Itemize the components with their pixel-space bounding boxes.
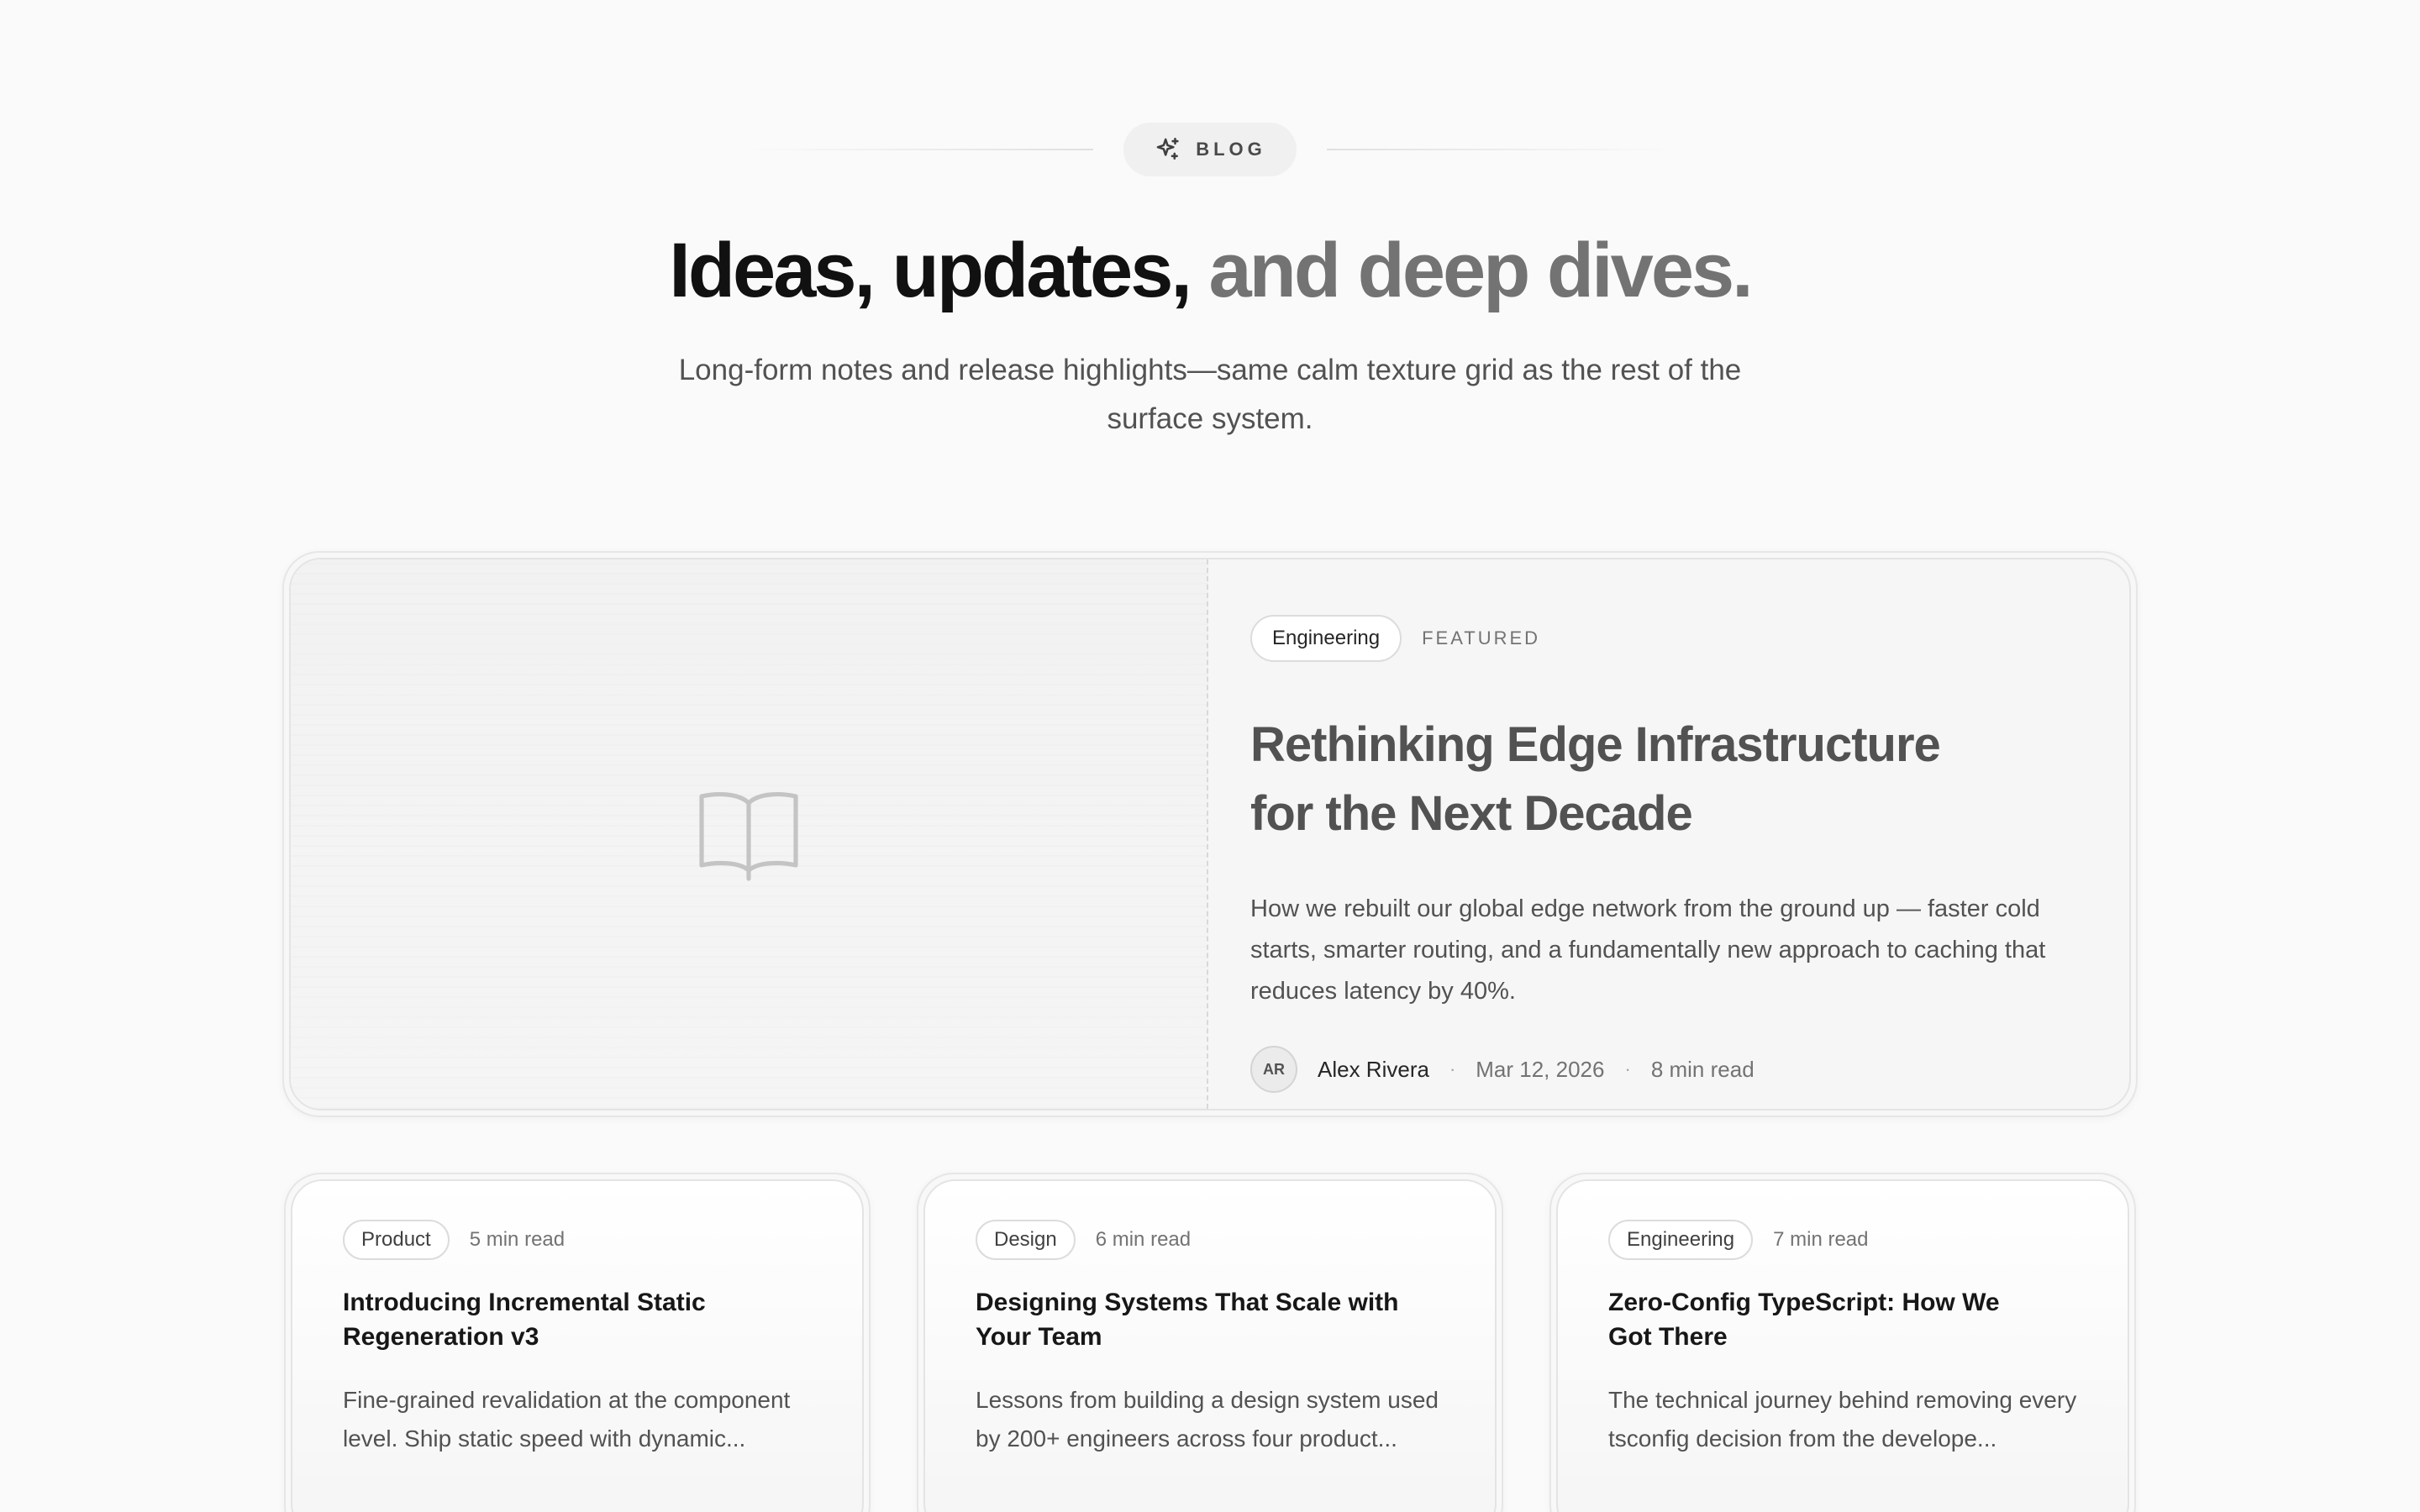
post-title[interactable]: Zero-Config TypeScript: How We Got There: [1608, 1285, 2045, 1354]
post-card-inner: Engineering 7 min read Zero-Config TypeS…: [1556, 1179, 2129, 1512]
divider-left: [740, 149, 1094, 150]
page-title-primary: Ideas, updates,: [669, 228, 1192, 313]
separator-dot: ·: [1449, 1058, 1456, 1079]
author-name[interactable]: Alex Rivera: [1318, 1057, 1429, 1083]
featured-post-title[interactable]: Rethinking Edge Infrastructure for the N…: [1250, 711, 2007, 848]
page-subtitle: Long-form notes and release highlights—s…: [678, 354, 1742, 435]
post-title[interactable]: Designing Systems That Scale with Your T…: [976, 1285, 1413, 1354]
category-tag[interactable]: Design: [976, 1220, 1076, 1260]
read-time: 5 min read: [469, 1228, 566, 1251]
featured-image-placeholder: [291, 559, 1208, 1109]
post-card-inner: Design 6 min read Designing Systems That…: [923, 1179, 1497, 1512]
read-time: 6 min read: [1095, 1228, 1192, 1251]
avatar: AR: [1250, 1046, 1297, 1093]
featured-post-inner: Engineering FEATURED Rethinking Edge Inf…: [289, 558, 2131, 1110]
blog-badge-label: BLOG: [1196, 139, 1266, 160]
post-card-inner: Product 5 min read Introducing Increment…: [291, 1179, 864, 1512]
post-card[interactable]: Product 5 min read Introducing Increment…: [284, 1173, 871, 1512]
blog-badge: BLOG: [1123, 123, 1297, 176]
read-time: 7 min read: [1773, 1228, 1869, 1251]
featured-post-excerpt: How we rebuilt our global edge network f…: [1250, 895, 2046, 1005]
section-eyebrow: BLOG: [0, 123, 2420, 176]
page-title-secondary: and deep dives.: [1208, 228, 1754, 313]
post-meta: Design 6 min read: [976, 1220, 1444, 1260]
category-tag[interactable]: Engineering: [1608, 1220, 1754, 1260]
featured-post-body: Engineering FEATURED Rethinking Edge Inf…: [1208, 559, 2129, 1109]
featured-label: FEATURED: [1422, 627, 1541, 648]
post-card[interactable]: Design 6 min read Designing Systems That…: [917, 1173, 1503, 1512]
page-title: Ideas, updates, and deep dives.: [0, 220, 2420, 321]
post-excerpt: The technical journey behind removing ev…: [1608, 1387, 2077, 1452]
divider-right: [1326, 149, 1680, 150]
blog-page: BLOG Ideas, updates, and deep dives. Lon…: [0, 0, 2420, 1512]
featured-meta: Engineering FEATURED: [1250, 615, 2087, 662]
post-excerpt: Lessons from building a design system us…: [976, 1387, 1439, 1452]
separator-dot: ·: [1624, 1058, 1631, 1079]
post-meta: Engineering 7 min read: [1608, 1220, 2077, 1260]
read-time: 8 min read: [1650, 1056, 1754, 1082]
post-excerpt: Fine-grained revalidation at the compone…: [343, 1387, 791, 1452]
featured-byline: AR Alex Rivera · Mar 12, 2026 · 8 min re…: [1250, 1046, 2087, 1093]
post-title[interactable]: Introducing Incremental Static Regenerat…: [343, 1285, 780, 1354]
featured-post-card[interactable]: Engineering FEATURED Rethinking Edge Inf…: [282, 551, 2138, 1117]
sparkles-icon: [1154, 135, 1182, 164]
category-tag[interactable]: Engineering: [1250, 615, 1402, 662]
post-meta: Product 5 min read: [343, 1220, 812, 1260]
category-tag[interactable]: Product: [343, 1220, 450, 1260]
book-open-icon: [697, 786, 801, 882]
post-card[interactable]: Engineering 7 min read Zero-Config TypeS…: [1549, 1173, 2136, 1512]
publish-date: Mar 12, 2026: [1476, 1056, 1605, 1082]
